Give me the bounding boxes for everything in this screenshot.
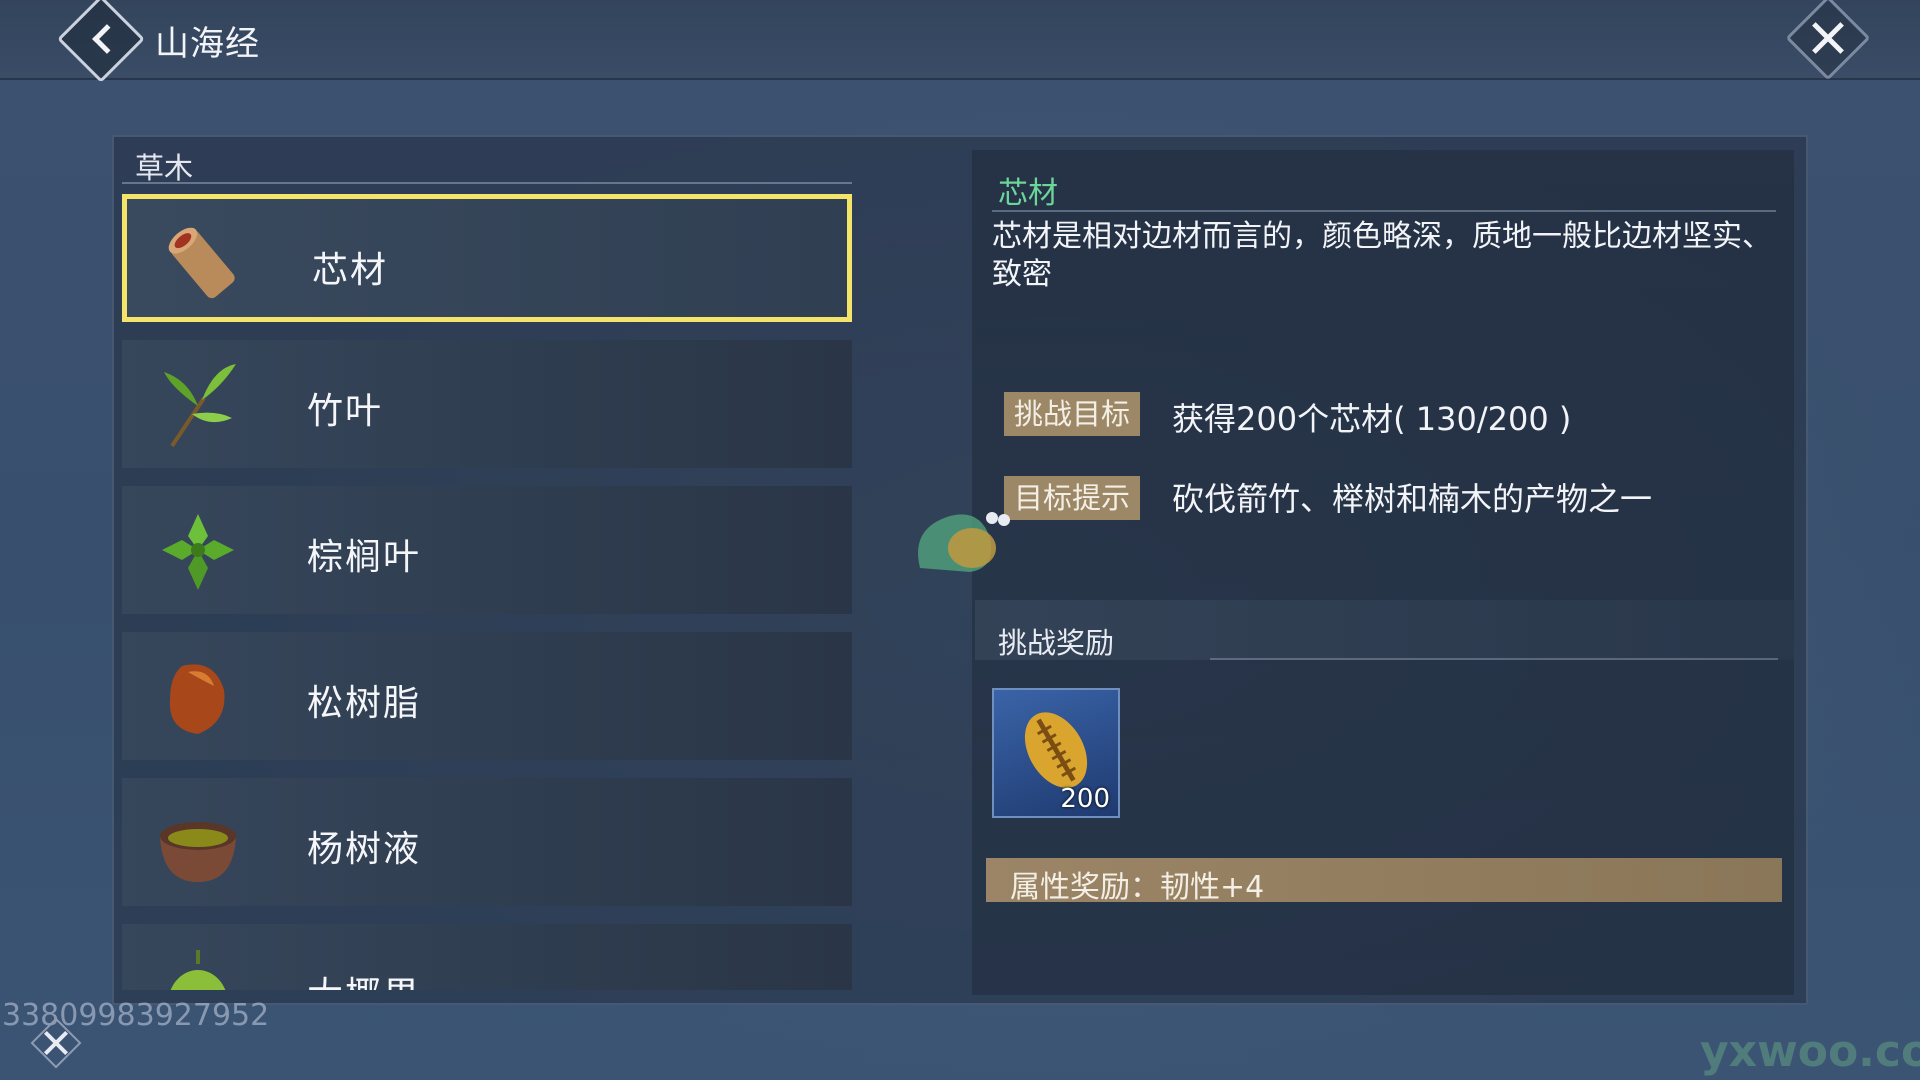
item-label: 竹叶 <box>307 391 384 432</box>
divider <box>122 182 852 184</box>
list-item[interactable]: 大椰果 <box>122 924 852 990</box>
coconut-icon <box>170 950 226 990</box>
category-title: 草木 <box>135 151 194 185</box>
player-id: 33809983927952 <box>2 998 270 1033</box>
poplar-sap-bowl-icon <box>160 822 236 882</box>
item-label: 大椰果 <box>307 966 421 990</box>
page-title: 山海经 <box>155 24 260 64</box>
bamboo-leaf-icon <box>164 364 236 448</box>
wood-core-icon <box>168 227 235 299</box>
hint-tag: 目标提示 <box>1004 476 1141 520</box>
hint-value: 砍伐箭竹、榉树和楠木的产物之一 <box>1172 480 1653 518</box>
divider <box>992 210 1776 212</box>
watermark: yxwoo.com <box>1700 1026 1920 1077</box>
palm-leaf-icon <box>162 514 234 590</box>
back-button[interactable] <box>57 0 145 83</box>
item-label: 杨树液 <box>307 829 422 870</box>
list-item[interactable]: 杨树液 <box>122 778 852 906</box>
list-item[interactable]: 竹叶 <box>122 340 852 468</box>
item-label: 松树脂 <box>307 683 422 724</box>
challenge-target-value: 获得200个芯材( 130/200 ) <box>1172 400 1572 438</box>
mascot-icon <box>918 512 1010 572</box>
divider <box>1210 658 1778 660</box>
item-label: 棕榈叶 <box>307 537 422 578</box>
list-item-selected[interactable]: 芯材 <box>122 194 852 322</box>
chevron-left-icon <box>92 24 122 54</box>
detail-title: 芯材 <box>998 176 1058 211</box>
item-label: 芯材 <box>312 250 389 291</box>
pine-resin-icon <box>169 664 225 734</box>
reward-item-slot[interactable]: 200 <box>992 688 1120 818</box>
attribute-reward-text: 属性奖励：韧性+4 <box>1010 870 1265 905</box>
top-bar: 山海经 <box>0 0 1920 83</box>
reward-title: 挑战奖励 <box>998 626 1115 660</box>
challenge-target-tag: 挑战目标 <box>1004 392 1141 436</box>
item-description: 芯材是相对边材而言的，颜色略深，质地一般比边材坚实、致密 <box>992 219 1772 292</box>
close-button[interactable] <box>1785 0 1871 81</box>
list-item[interactable]: 棕榈叶 <box>122 486 852 614</box>
item-list[interactable]: 芯材 竹叶 棕榈叶 松树脂 杨树液 <box>122 194 852 990</box>
list-item[interactable]: 松树脂 <box>122 632 852 760</box>
reward-count: 200 <box>1060 784 1110 814</box>
